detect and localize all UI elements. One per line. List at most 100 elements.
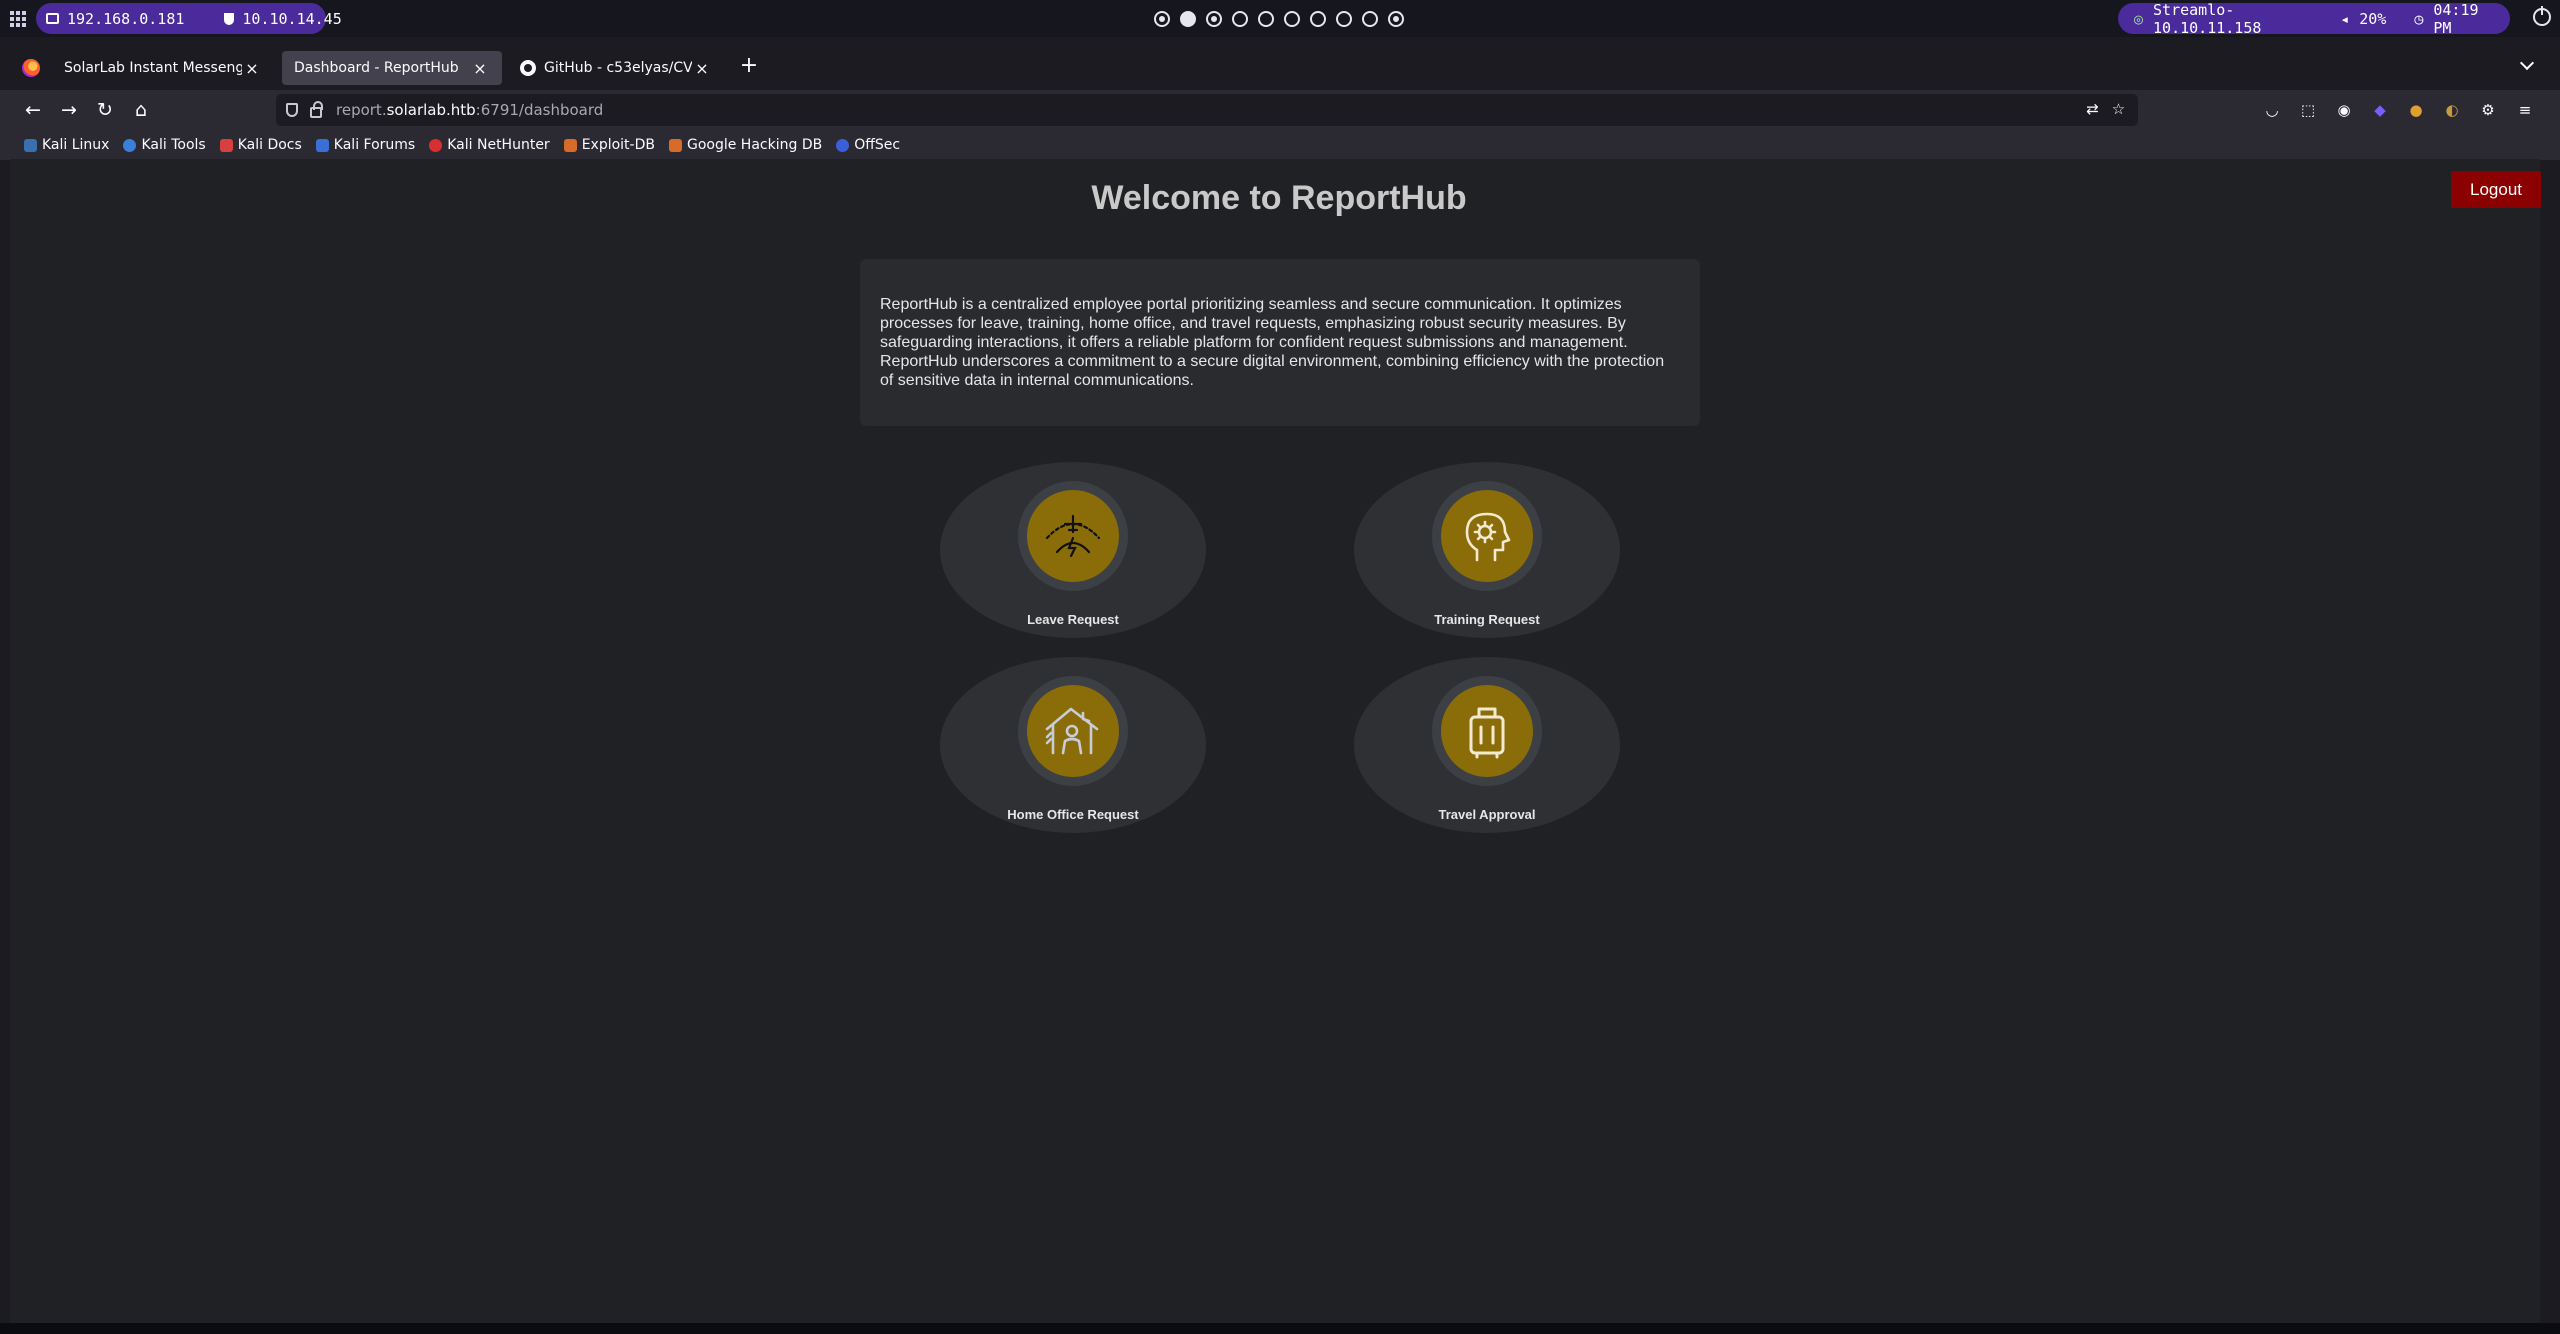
tab-reporthub-dashboard[interactable]: Dashboard - ReportHub × — [282, 51, 502, 85]
translate-icon[interactable]: ⇄ — [2084, 101, 2101, 118]
workspace-6[interactable] — [1284, 11, 1300, 27]
home-office-request-card[interactable]: Home Office Request — [940, 657, 1206, 833]
tab-bar: SolarLab Instant Messenger × Dashboard -… — [0, 47, 2560, 87]
volume-level: 20% — [2359, 9, 2387, 28]
settings-gear-icon[interactable]: ⚙ — [2478, 100, 2498, 120]
bookmark-label: Kali Linux — [42, 137, 110, 153]
monitor-icon — [46, 13, 59, 24]
forward-icon[interactable]: → — [57, 98, 81, 122]
address-bar[interactable]: report.solarlab.htb:6791/dashboard ⇄ ☆ — [276, 94, 2138, 126]
house-person-icon — [1045, 707, 1099, 755]
service-label: Home Office Request — [1007, 807, 1139, 822]
brain-gear-icon — [1465, 512, 1511, 562]
menu-hamburger-icon[interactable]: ≡ — [2515, 100, 2535, 120]
addon-cookie-icon[interactable]: ◐ — [2442, 100, 2462, 120]
workspace-7[interactable] — [1310, 11, 1326, 27]
workspace-9[interactable] — [1362, 11, 1378, 27]
icon-circle — [1441, 490, 1533, 582]
close-icon[interactable]: × — [692, 59, 712, 78]
pocket-icon[interactable]: ◡ — [2262, 100, 2282, 120]
icon-circle — [1027, 490, 1119, 582]
workspace-1[interactable] — [1154, 11, 1170, 27]
power-icon[interactable] — [2533, 6, 2551, 26]
extensions-icon[interactable]: ⬚ — [2298, 100, 2318, 120]
luggage-icon — [1469, 707, 1505, 759]
bookmark-label: Kali Docs — [237, 137, 302, 153]
bookmark-label: Google Hacking DB — [686, 137, 823, 153]
kali-nethunter-icon — [429, 138, 443, 152]
tab-label: GitHub - c53elyas/CVE-202 — [544, 60, 692, 76]
lock-icon[interactable] — [310, 100, 323, 118]
reload-icon[interactable]: ↻ — [93, 98, 117, 122]
workspace-4[interactable] — [1232, 11, 1248, 27]
icon-ring — [1018, 676, 1128, 786]
bookmarks-toolbar: Kali Linux Kali Tools Kali Docs Kali For… — [0, 130, 2560, 160]
kali-linux-icon — [24, 138, 37, 152]
workspace-switcher — [1154, 11, 1404, 27]
bookmark-kali-forums[interactable]: Kali Forums — [315, 137, 416, 153]
bookmark-label: Kali Forums — [333, 137, 416, 153]
addon-purple-icon[interactable]: ◆ — [2370, 100, 2390, 120]
bookmark-kali-nethunter[interactable]: Kali NetHunter — [429, 137, 550, 153]
service-label: Leave Request — [1027, 612, 1119, 627]
tracking-shield-icon[interactable] — [286, 103, 298, 117]
offsec-icon — [836, 138, 850, 152]
clock-icon: ◷ — [2414, 9, 2424, 28]
intro-card: ReportHub is a centralized employee port… — [860, 259, 1700, 426]
workspace-2[interactable] — [1180, 11, 1196, 27]
navigation-toolbar: ← → ↻ ⌂ report.solarlab.htb:6791/dashboa… — [0, 90, 2560, 130]
tab-github[interactable]: GitHub - c53elyas/CVE-202 × — [508, 51, 724, 85]
apps-grid-icon[interactable] — [10, 11, 26, 27]
bookmark-label: OffSec — [854, 137, 901, 153]
bookmark-kali-linux[interactable]: Kali Linux — [24, 137, 109, 153]
travel-approval-card[interactable]: Travel Approval — [1354, 657, 1620, 833]
desktop-bottom-edge — [0, 1323, 2560, 1334]
workspace-10[interactable] — [1388, 11, 1404, 27]
service-label: Travel Approval — [1438, 807, 1536, 822]
logout-button[interactable]: Logout — [2451, 171, 2541, 208]
bookmark-kali-tools[interactable]: Kali Tools — [123, 137, 206, 153]
workspace-3[interactable] — [1206, 11, 1222, 27]
tab-solarlab-messenger[interactable]: SolarLab Instant Messenger × — [52, 51, 274, 85]
close-icon[interactable]: × — [470, 59, 490, 78]
icon-ring — [1432, 481, 1542, 591]
network-status: 192.168.0.181 10.10.14.45 — [36, 3, 342, 34]
status-indicators: ◎ Streamlo-10.10.11.158 ◂ 20% ◷ 04:19 PM — [2118, 0, 2510, 37]
close-icon[interactable]: × — [242, 59, 262, 78]
bookmark-star-icon[interactable]: ☆ — [2110, 101, 2127, 118]
workspace-8[interactable] — [1336, 11, 1352, 27]
bookmark-label: Kali Tools — [141, 137, 206, 153]
icon-ring — [1018, 481, 1128, 591]
bookmark-exploit-db[interactable]: Exploit-DB — [563, 137, 655, 153]
tab-label: SolarLab Instant Messenger — [64, 60, 242, 76]
firefox-icon — [22, 59, 40, 77]
kali-forums-icon — [315, 138, 329, 152]
bookmark-kali-docs[interactable]: Kali Docs — [219, 137, 302, 153]
addon-fox-icon[interactable]: ● — [2406, 100, 2426, 120]
target-label: Streamlo-10.10.11.158 — [2153, 0, 2262, 37]
tab-label: Dashboard - ReportHub — [294, 60, 459, 76]
service-label: Training Request — [1434, 612, 1540, 627]
kali-tools-icon — [123, 138, 137, 152]
new-tab-button[interactable]: + — [738, 53, 760, 78]
bookmark-offsec[interactable]: OffSec — [836, 137, 900, 153]
target-icon: ◎ — [2134, 9, 2144, 28]
bookmark-label: Exploit-DB — [581, 137, 655, 153]
page-content: Welcome to ReportHub Logout ReportHub is… — [10, 159, 2541, 1323]
url-text[interactable]: report.solarlab.htb:6791/dashboard — [336, 101, 603, 119]
home-icon[interactable]: ⌂ — [129, 98, 153, 122]
bookmark-label: Kali NetHunter — [447, 137, 550, 153]
system-top-bar: 192.168.0.181 10.10.14.45 ◎ Streamlo-10.… — [0, 0, 2560, 37]
vpn-shield-icon — [224, 12, 235, 25]
icon-circle — [1441, 685, 1533, 777]
bookmark-google-hacking-db[interactable]: Google Hacking DB — [668, 137, 823, 153]
back-icon[interactable]: ← — [21, 98, 45, 122]
workspace-5[interactable] — [1258, 11, 1274, 27]
chevron-down-icon[interactable] — [2519, 57, 2537, 75]
training-request-card[interactable]: Training Request — [1354, 462, 1620, 638]
kali-docs-icon — [219, 138, 233, 152]
leave-request-card[interactable]: Leave Request — [940, 462, 1206, 638]
container-icon[interactable]: ◉ — [2334, 100, 2354, 120]
icon-circle — [1027, 685, 1119, 777]
url-path: :6791/dashboard — [475, 101, 604, 119]
